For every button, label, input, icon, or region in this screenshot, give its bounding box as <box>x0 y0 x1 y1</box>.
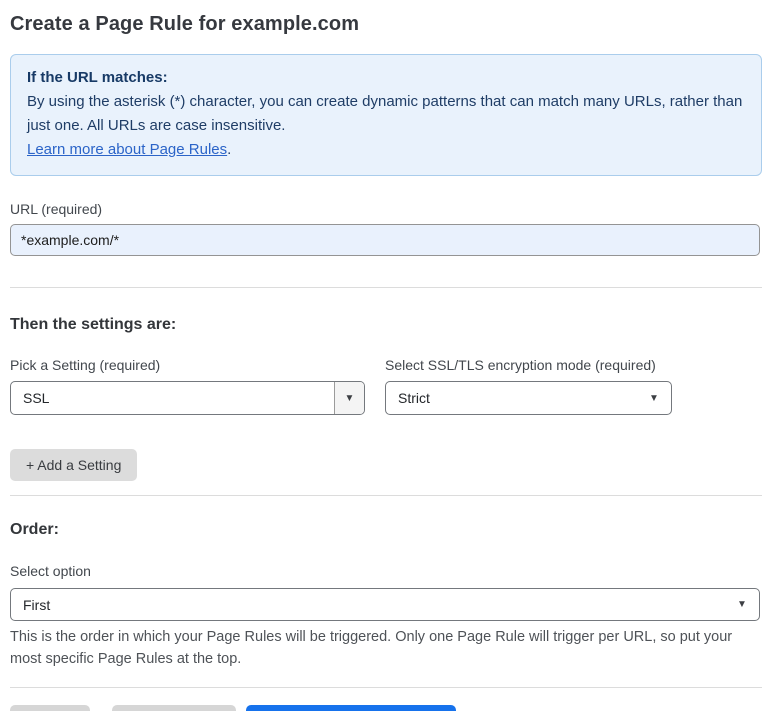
add-setting-button[interactable]: + Add a Setting <box>10 449 138 481</box>
footer-action-bar: Cancel Save as Draft Save and Deploy Pag… <box>10 705 762 711</box>
settings-row: Pick a Setting (required) SSL ▼ Select S… <box>10 357 762 415</box>
mode-select-value: Strict <box>398 390 430 406</box>
order-select-value: First <box>23 596 51 613</box>
save-and-deploy-button[interactable]: Save and Deploy Page Rule <box>246 705 457 711</box>
ssl-mode-select[interactable]: Strict ▼ <box>385 381 672 415</box>
divider <box>10 287 762 288</box>
setting-select[interactable]: SSL ▼ <box>10 381 365 415</box>
order-select[interactable]: First ▼ <box>10 588 760 621</box>
chevron-down-icon: ▼ <box>334 382 364 414</box>
setting-select-label: Pick a Setting (required) <box>10 357 161 373</box>
order-select-label: Select option <box>10 563 91 579</box>
info-box-body: By using the asterisk (*) character, you… <box>27 93 743 134</box>
setting-select-group: Pick a Setting (required) SSL ▼ <box>10 357 365 415</box>
learn-more-link[interactable]: Learn more about Page Rules <box>27 141 227 158</box>
mode-select-label: Select SSL/TLS encryption mode (required… <box>385 357 656 373</box>
url-field-label: URL (required) <box>10 201 103 217</box>
cancel-button[interactable]: Cancel <box>10 705 90 711</box>
info-box-link-line: Learn more about Page Rules. <box>27 138 745 162</box>
divider <box>10 495 762 496</box>
create-page-rule-panel: Create a Page Rule for example.com If th… <box>0 0 772 711</box>
order-help-text: This is the order in which your Page Rul… <box>10 629 733 667</box>
info-box-heading: If the URL matches: <box>27 69 168 86</box>
mode-select-group: Select SSL/TLS encryption mode (required… <box>385 357 672 415</box>
page-title: Create a Page Rule for example.com <box>10 13 360 35</box>
order-section-heading: Order: <box>10 521 59 538</box>
divider <box>10 687 762 688</box>
url-match-info-box: If the URL matches: By using the asteris… <box>10 54 762 176</box>
chevron-down-icon: ▼ <box>649 392 659 404</box>
settings-section-heading: Then the settings are: <box>10 316 177 333</box>
save-as-draft-button[interactable]: Save as Draft <box>111 705 237 711</box>
chevron-down-icon: ▼ <box>737 599 747 610</box>
setting-select-value: SSL <box>23 390 50 406</box>
link-suffix: . <box>227 141 232 158</box>
url-input[interactable] <box>10 224 760 256</box>
